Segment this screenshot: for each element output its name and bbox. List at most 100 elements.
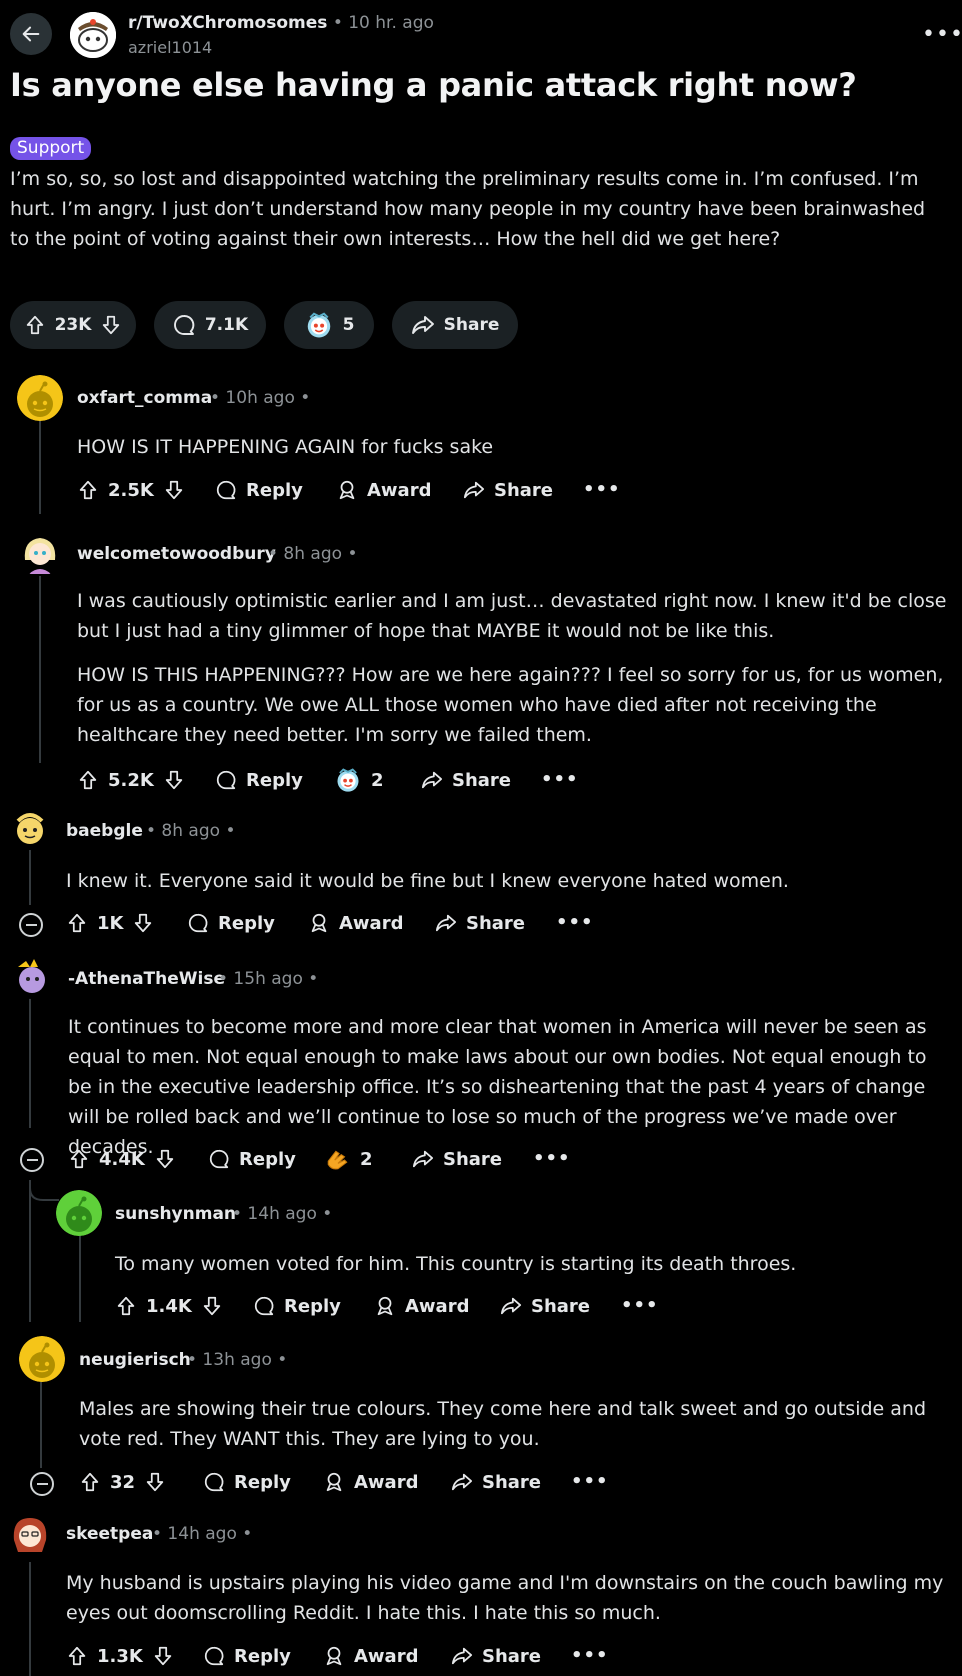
post-share-button[interactable]: Share (392, 301, 518, 349)
post-author[interactable]: azriel1014 (128, 38, 212, 57)
award-button[interactable]: 2 (325, 1146, 373, 1172)
downvote-icon[interactable] (100, 314, 122, 336)
more-options-button[interactable]: ••• (621, 1295, 659, 1316)
more-options-button[interactable]: ••• (533, 1148, 571, 1169)
thread-line[interactable] (40, 1378, 42, 1468)
upvote-icon[interactable] (115, 1295, 137, 1317)
share-button[interactable]: Share (412, 1148, 502, 1170)
clapping-hands-award-icon (325, 1146, 351, 1172)
downvote-icon[interactable] (201, 1295, 223, 1317)
comment-username[interactable]: baebgle (66, 821, 143, 841)
more-options-button[interactable]: ••• (541, 769, 579, 790)
post-body: I’m so, so, so lost and disappointed wat… (10, 168, 926, 250)
collapse-thread-button[interactable] (30, 1472, 54, 1496)
reply-label: Reply (239, 1148, 296, 1170)
downvote-icon[interactable] (132, 912, 154, 934)
more-options-button[interactable]: ••• (583, 479, 621, 500)
thread-line[interactable] (29, 1562, 31, 1676)
comment-username[interactable]: oxfart_comma (77, 388, 212, 408)
award-button[interactable]: Award (323, 1645, 418, 1667)
comment-time: • 10h ago • (210, 388, 311, 408)
post-vote-count: 23K (54, 315, 92, 335)
comment-vote-count: 5.2K (108, 769, 154, 791)
share-icon (421, 769, 443, 791)
downvote-icon[interactable] (152, 1645, 174, 1667)
comment-username[interactable]: sunshynman (115, 1204, 236, 1224)
upvote-icon[interactable] (66, 1645, 88, 1667)
back-button[interactable] (10, 13, 52, 55)
more-options-button[interactable]: ••• (556, 912, 594, 933)
post-award-button[interactable]: 5 (284, 301, 374, 349)
thread-line[interactable] (29, 1185, 31, 1322)
reply-button[interactable]: Reply (187, 912, 275, 934)
downvote-icon[interactable] (163, 769, 185, 791)
reply-button[interactable]: Reply (215, 479, 303, 501)
reply-button[interactable]: Reply (203, 1645, 291, 1667)
comment-vote-count: 1.4K (146, 1295, 192, 1317)
comment-username[interactable]: -AthenaTheWise (68, 969, 225, 989)
upvote-icon[interactable] (24, 314, 46, 336)
upvote-icon[interactable] (68, 1148, 90, 1170)
thread-line[interactable] (29, 995, 31, 1128)
comment-username[interactable]: neugierisch (79, 1350, 191, 1370)
comment-username[interactable]: welcometowoodbury (77, 544, 276, 564)
comment-vote: 5.2K (77, 769, 185, 791)
thread-line[interactable] (79, 1232, 81, 1322)
post-award-count: 5 (342, 315, 355, 335)
reply-button[interactable]: Reply (208, 1148, 296, 1170)
user-avatar[interactable] (19, 1336, 65, 1382)
share-icon (451, 1471, 473, 1493)
thread-line[interactable] (39, 562, 41, 763)
upvote-icon[interactable] (79, 1471, 101, 1493)
comment-icon (172, 313, 196, 337)
more-options-button[interactable]: ••• (922, 22, 962, 47)
reply-button[interactable]: Reply (203, 1471, 291, 1493)
reply-label: Reply (246, 479, 303, 501)
share-label: Share (443, 1148, 503, 1170)
thread-line[interactable] (29, 850, 31, 905)
comment-time: • 15h ago • (218, 969, 319, 989)
share-label: Share (531, 1295, 591, 1317)
user-avatar[interactable] (17, 530, 63, 576)
arrow-left-icon (20, 23, 42, 45)
award-icon (323, 1645, 345, 1667)
post-comments-button[interactable]: 7.1K (154, 301, 266, 349)
award-button[interactable]: 2 (334, 766, 384, 794)
share-button[interactable]: Share (500, 1295, 590, 1317)
user-avatar[interactable] (17, 375, 63, 421)
upvote-icon[interactable] (77, 479, 99, 501)
user-avatar[interactable] (8, 1512, 52, 1556)
share-button[interactable]: Share (451, 1471, 541, 1493)
thread-line[interactable] (39, 408, 41, 514)
comment-time: • 8h ago • (146, 821, 236, 841)
share-button[interactable]: Share (435, 912, 525, 934)
share-button[interactable]: Share (421, 769, 511, 791)
comment-icon (203, 1645, 225, 1667)
reply-button[interactable]: Reply (253, 1295, 341, 1317)
downvote-icon[interactable] (144, 1471, 166, 1493)
downvote-icon[interactable] (154, 1148, 176, 1170)
award-button[interactable]: Award (308, 912, 403, 934)
downvote-icon[interactable] (163, 479, 185, 501)
user-avatar[interactable] (8, 955, 52, 999)
award-button[interactable]: Award (323, 1471, 418, 1493)
share-icon (451, 1645, 473, 1667)
upvote-icon[interactable] (66, 912, 88, 934)
share-button[interactable]: Share (463, 479, 553, 501)
post-flair[interactable]: Support (10, 137, 92, 160)
award-button[interactable]: Award (336, 479, 431, 501)
subreddit-name[interactable]: r/TwoXChromosomes (128, 13, 327, 33)
collapse-thread-button[interactable] (20, 1148, 44, 1172)
comment-username[interactable]: skeetpea (66, 1524, 153, 1544)
subreddit-avatar[interactable] (70, 12, 116, 58)
share-button[interactable]: Share (451, 1645, 541, 1667)
user-avatar[interactable] (56, 1190, 102, 1236)
more-options-button[interactable]: ••• (571, 1645, 609, 1666)
award-button[interactable]: Award (374, 1295, 469, 1317)
collapse-thread-button[interactable] (19, 913, 43, 937)
user-avatar[interactable] (8, 806, 52, 850)
upvote-icon[interactable] (77, 769, 99, 791)
comment-text: My husband is upstairs playing his video… (66, 1572, 944, 1624)
reply-button[interactable]: Reply (215, 769, 303, 791)
more-options-button[interactable]: ••• (571, 1471, 609, 1492)
